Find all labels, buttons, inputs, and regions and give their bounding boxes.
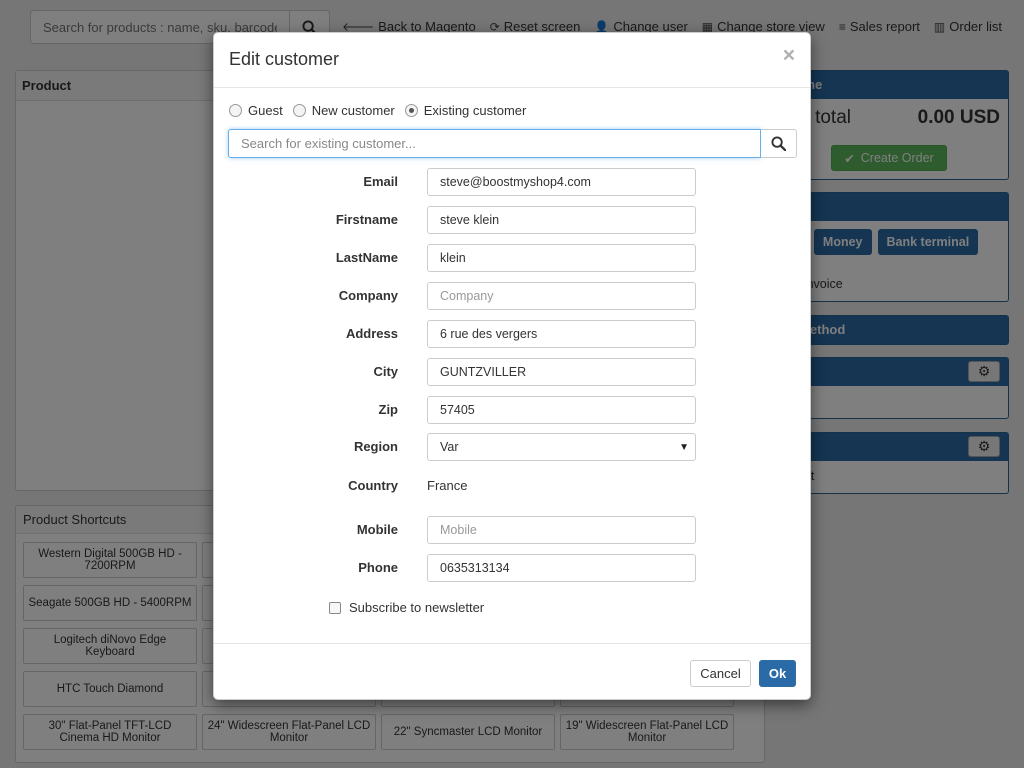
customer-search-button[interactable] [761,129,797,158]
address-row: Address 6 rue des vergers [214,320,812,348]
customer-search-bar [228,129,797,158]
country-value: France [427,478,468,493]
email-row: Email steve@boostmyshop4.com [214,168,812,196]
phone-row: Phone 0635313134 [214,554,812,582]
search-icon [771,136,786,151]
modal-title: Edit customer [229,49,340,69]
edit-customer-modal: Edit customer × Guest New customer Exist… [213,32,811,700]
region-select[interactable]: Var ▼ [427,433,696,461]
ok-button[interactable]: Ok [759,660,796,687]
mobile-label: Mobile [356,522,398,537]
firstname-label: Firstname [335,212,398,227]
mobile-field[interactable]: Mobile [427,516,696,544]
city-row: City GUNTZVILLER [214,358,812,386]
radio-label: Guest [248,103,283,118]
customer-type-radios: Guest New customer Existing customer [229,103,526,118]
caret-down-icon: ▼ [679,441,689,453]
modal-header: Edit customer × [214,33,810,88]
radio-label: New customer [311,103,395,118]
modal-footer: Cancel Ok [214,643,810,701]
zip-field[interactable]: 57405 [427,396,696,424]
phone-field[interactable]: 0635313134 [427,554,696,582]
region-label: Region [353,439,398,454]
radio-button[interactable] [229,104,242,117]
email-label: Email [363,174,398,189]
country-label: Country [348,478,398,493]
radio-guest[interactable]: Guest [229,103,283,118]
radio-new-customer[interactable]: New customer [292,103,395,118]
country-row: Country France [214,472,812,500]
zip-label: Zip [378,402,399,417]
address-label: Address [345,326,398,341]
address-field[interactable]: 6 rue des vergers [427,320,696,348]
radio-button[interactable] [404,104,418,117]
firstname-row: Firstname steve klein [214,206,812,234]
newsletter-label: Subscribe to newsletter [349,600,485,615]
company-label: Company [338,288,398,303]
region-row: Region Var ▼ [214,433,812,461]
region-value: Var [440,440,459,454]
mobile-row: Mobile Mobile [214,516,812,544]
lastname-field[interactable]: klein [427,244,696,272]
customer-search-input[interactable] [228,129,761,158]
newsletter-checkbox[interactable] [329,601,341,614]
firstname-field[interactable]: steve klein [427,206,696,234]
company-row: Company Company [214,282,812,310]
lastname-label: LastName [335,250,398,265]
radio-existing-customer[interactable]: Existing customer [404,103,527,118]
zip-row: Zip 57405 [214,396,812,424]
close-icon[interactable]: × [783,45,795,66]
city-field[interactable]: GUNTZVILLER [427,358,696,386]
newsletter-option[interactable]: Subscribe to newsletter [329,600,484,615]
email-field[interactable]: steve@boostmyshop4.com [427,168,696,196]
cancel-button[interactable]: Cancel [690,660,751,687]
phone-label: Phone [358,560,398,575]
company-field[interactable]: Company [427,282,696,310]
lastname-row: LastName klein [214,244,812,272]
radio-label: Existing customer [423,103,527,118]
city-label: City [373,364,398,379]
radio-button[interactable] [292,104,306,117]
